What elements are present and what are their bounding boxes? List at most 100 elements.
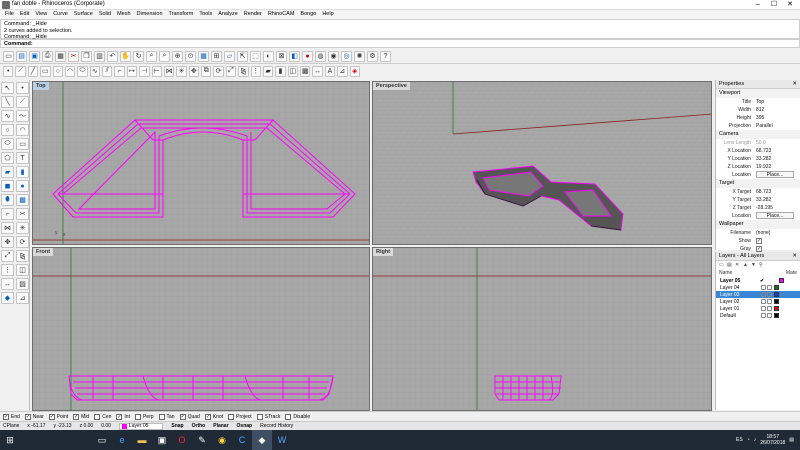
ellipse-tool-icon[interactable]: ⬭ [1,138,14,150]
surface-icon[interactable]: ▰ [262,65,274,77]
planar-toggle[interactable]: Planar [213,423,228,429]
lightbulb-icon[interactable] [761,306,766,311]
new-layer-icon[interactable]: ▭ [719,262,725,268]
analyze-tool-icon[interactable]: ⊿ [16,292,29,304]
grid-icon[interactable]: ▦ [198,50,209,62]
split-icon[interactable]: ⊢ [151,65,162,77]
y-target-field[interactable]: 33.282 [756,196,800,204]
notifications-icon[interactable]: ▤ [789,437,794,443]
layer-row[interactable]: Layer 05 ✔ [716,277,800,284]
osnap-checkbox[interactable]: ✓ [116,413,123,420]
array-icon[interactable]: ⋮ [250,65,261,77]
col-material[interactable]: Mate [786,270,797,277]
menu-render[interactable]: Render [241,10,265,19]
freeform-icon[interactable]: 〜 [16,110,29,122]
select-all-icon[interactable]: ⬚ [250,50,261,62]
menu-tools[interactable]: Tools [196,10,215,19]
array-tool-icon[interactable]: ⋮ [1,264,14,276]
viewport-front[interactable]: Front [32,247,370,411]
layer-icon[interactable]: ◧ [289,50,300,62]
chrome-icon[interactable]: ◉ [212,430,232,450]
command-input[interactable]: Command: [0,39,800,48]
section-camera[interactable]: Camera [716,130,800,139]
osnap-quad[interactable]: ✓ Quad [179,413,200,420]
text-icon[interactable]: A [324,65,336,77]
viewport-title-right[interactable]: Right [373,248,394,256]
osnap-checkbox[interactable] [228,413,235,420]
boolean-tool-icon[interactable]: ◫ [16,264,29,276]
polyline-icon[interactable]: ⟋ [15,65,26,77]
panel-close-icon[interactable]: ✕ [792,81,797,87]
menu-rhinocam[interactable]: RhinoCAM [265,10,298,19]
menu-dimension[interactable]: Dimension [134,10,166,19]
osnap-checkbox[interactable]: ✓ [204,413,211,420]
word-icon[interactable]: W [272,430,292,450]
section-target[interactable]: Target [716,179,800,188]
lightbulb-icon[interactable] [761,285,766,290]
z-location-field[interactable]: 19.922 [756,163,800,171]
menu-surface[interactable]: Surface [71,10,96,19]
lock-icon[interactable] [767,299,772,304]
osnap-checkbox[interactable]: ✓ [73,413,80,420]
osnap-checkbox[interactable] [285,413,292,420]
pan-hand-icon[interactable]: ✋ [120,50,131,62]
viewport-perspective[interactable]: Perspective [372,81,712,245]
zoom-selected-icon[interactable]: ⊙ [185,50,196,62]
arc-icon[interactable]: ◠ [64,65,76,77]
help-icon[interactable]: ? [380,50,391,62]
select-arrow-icon[interactable]: ↖ [1,82,14,94]
lightbulb-icon[interactable] [761,299,766,304]
osnap-toggle[interactable]: Osnap [237,423,253,429]
osnap-checkbox[interactable]: ✓ [179,413,186,420]
col-name[interactable]: Name [719,270,732,277]
osnap-point[interactable]: ✓ Point [48,413,68,420]
layer-color-swatch[interactable] [774,306,779,311]
osnap-end[interactable]: ✓ End [3,413,20,420]
menu-analyze[interactable]: Analyze [215,10,241,19]
line-icon[interactable]: ╱ [27,65,39,77]
move-tool-icon[interactable]: ✥ [1,236,14,248]
show-checkbox[interactable]: ✓ [756,238,762,244]
menu-view[interactable]: View [32,10,50,19]
trim-tool-icon[interactable]: ✂ [16,208,29,220]
layer-color-swatch[interactable] [779,278,784,283]
open-file-icon[interactable]: ▤ [16,50,27,62]
layer-color-swatch[interactable] [774,299,779,304]
lock-icon[interactable] [767,313,772,318]
osnap-checkbox[interactable] [134,413,141,420]
menu-bongo[interactable]: Bongo [297,10,319,19]
import-icon[interactable]: ▦ [55,50,66,62]
rotate-icon[interactable]: ⟳ [213,65,224,77]
menu-transform[interactable]: Transform [166,10,197,19]
print-icon[interactable]: ⎙ [42,50,53,62]
osnap-near[interactable]: ✓ Near [24,413,44,420]
polygon-tool-icon[interactable]: ⬠ [1,152,14,164]
osnap-mid[interactable]: ✓ Mid [73,413,89,420]
cut-icon[interactable]: ✂ [68,50,79,62]
circle-icon[interactable]: ○ [52,65,63,77]
copy-icon[interactable]: ❐ [81,50,92,62]
lock-icon[interactable] [767,306,772,311]
osnap-checkbox[interactable] [158,413,165,420]
ellipse-icon[interactable]: ⬭ [77,65,88,77]
windows-start-icon[interactable]: ⊞ [0,430,20,450]
hatch-tool-icon[interactable]: ▨ [16,278,29,290]
cylinder-tool-icon[interactable]: ⬮ [1,194,14,206]
record-history-toggle[interactable]: Record History [260,423,293,429]
osnap-strack[interactable]: STrack [256,413,280,420]
save-icon[interactable]: ▣ [29,50,40,62]
material-sphere-icon[interactable]: ◍ [315,50,326,62]
text-tool-icon[interactable]: T [16,152,29,164]
osnap-checkbox[interactable]: ✓ [48,413,55,420]
color-wheel-icon[interactable]: ● [302,50,313,62]
file-explorer-icon[interactable]: ▬ [132,430,152,450]
move-up-icon[interactable]: ▲ [743,262,749,268]
render-preview-icon[interactable]: ◎ [341,50,352,62]
zoom-icon[interactable]: ⌕ [146,50,157,62]
osnap-disable[interactable]: Disable [285,413,310,420]
viewport-title-top[interactable]: Top [33,82,49,90]
osnap-int[interactable]: ✓ Int [116,413,130,420]
explode-icon[interactable]: ✳ [176,65,187,77]
layer-row[interactable]: Layer 04 [716,284,800,291]
fillet-tool-icon[interactable]: ⌐ [1,208,14,220]
